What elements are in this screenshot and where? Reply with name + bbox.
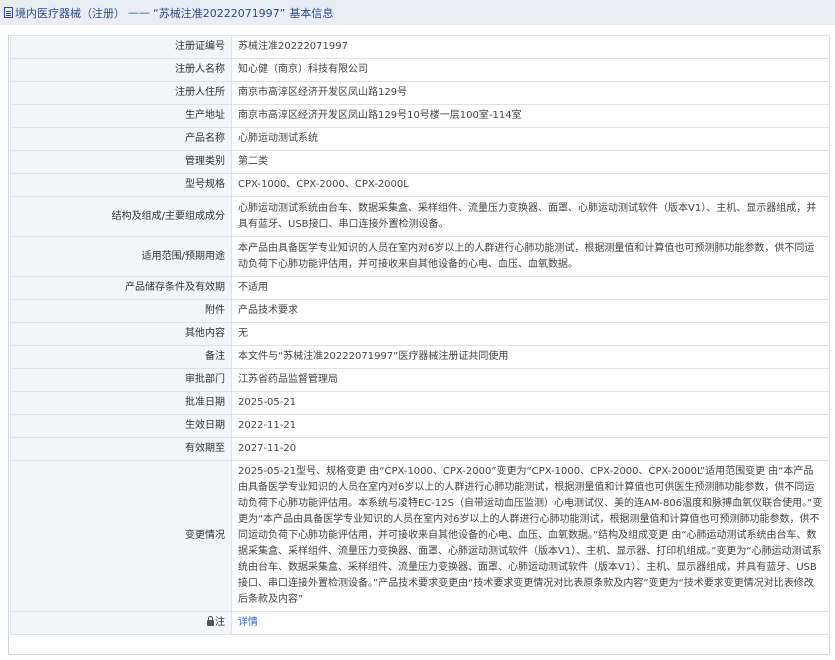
row-label: 生效日期 bbox=[10, 414, 232, 438]
row-value: 江苏省药品监督管理局 bbox=[231, 368, 830, 392]
table-row: 管理类别 第二类 bbox=[10, 150, 830, 174]
table-row: 其他内容无 bbox=[10, 322, 830, 346]
row-value: 2027-11-20 bbox=[231, 437, 830, 461]
row-value: 知心健（南京）科技有限公司 bbox=[231, 58, 830, 82]
row-value: 本文件与“苏械注准20222071997”医疗器械注册证共同使用 bbox=[231, 345, 830, 369]
row-label: 附件 bbox=[10, 299, 232, 323]
row-value: 心肺运动测试系统由台车、数据采集盒、采样组件、流量压力变换器、面罩、心肺运动测试… bbox=[231, 196, 830, 237]
row-label: 有效期至 bbox=[10, 437, 232, 461]
row-label: 产品名称 bbox=[10, 127, 232, 151]
row-value: 南京市高淳区经济开发区凤山路129号 bbox=[231, 81, 830, 105]
table-row: 型号规格 CPX-1000、CPX-2000、CPX-2000L bbox=[10, 173, 830, 197]
table-row: 注册人住所 南京市高淳区经济开发区凤山路129号 bbox=[10, 81, 830, 105]
row-label: 变更情况 bbox=[10, 460, 232, 612]
row-value: 心肺运动测试系统 bbox=[231, 127, 830, 151]
row-label: 管理类别 bbox=[10, 150, 232, 174]
title-reg-number: “苏械注准20222071997” bbox=[153, 6, 286, 20]
row-value: 苏械注准20222071997 bbox=[231, 35, 830, 59]
detail-link[interactable]: 详情 bbox=[238, 617, 258, 628]
table-row: 产品名称 心肺运动测试系统 bbox=[10, 127, 830, 151]
row-label: 备注 bbox=[10, 345, 232, 369]
row-value: 不适用 bbox=[231, 276, 830, 300]
lock-icon bbox=[207, 616, 214, 626]
table-row: 有效期至 2027-11-20 bbox=[10, 437, 830, 461]
table-row: 结构及组成/主要组成成分 心肺运动测试系统由台车、数据采集盒、采样组件、流量压力变… bbox=[10, 196, 830, 237]
table-row: 注册证编号 苏械注准20222071997 bbox=[10, 35, 830, 59]
detail-label: 注 bbox=[215, 617, 225, 628]
table-row: 审批部门 江苏省药品监督管理局 bbox=[10, 368, 830, 392]
table-row: 批准日期 2025-05-21 bbox=[10, 391, 830, 415]
row-label: 注册人名称 bbox=[10, 58, 232, 82]
row-label: 结构及组成/主要组成成分 bbox=[10, 196, 232, 237]
row-label: 生产地址 bbox=[10, 104, 232, 128]
row-value: 无 bbox=[231, 322, 830, 346]
row-value: 2022-11-21 bbox=[231, 414, 830, 438]
row-value: 本产品由具备医学专业知识的人员在室内对6岁以上的人群进行心肺功能测试，根据测量值… bbox=[231, 236, 830, 277]
row-label: 产品储存条件及有效期 bbox=[10, 276, 232, 300]
row-label: 注册证编号 bbox=[10, 35, 232, 59]
title-separator: —— bbox=[128, 6, 150, 19]
title-prefix: 境内医疗器械（注册） bbox=[15, 6, 125, 20]
table-row: 注册人名称 知心健（南京）科技有限公司 bbox=[10, 58, 830, 82]
table-row: 附件 产品技术要求 bbox=[10, 299, 830, 323]
row-value: 产品技术要求 bbox=[231, 299, 830, 323]
title-suffix: 基本信息 bbox=[289, 6, 334, 20]
table-row: 变更情况 2025-05-21型号、规格变更 由“CPX-1000、CPX-200… bbox=[10, 460, 830, 612]
row-value: 南京市高淳区经济开发区凤山路129号10号楼一层100室-114室 bbox=[231, 104, 830, 128]
row-label: 注册人住所 bbox=[10, 81, 232, 105]
table-row: 产品储存条件及有效期 不适用 bbox=[10, 276, 830, 300]
row-label: 审批部门 bbox=[10, 368, 232, 392]
table-row: 生产地址 南京市高淳区经济开发区凤山路129号10号楼一层100室-114室 bbox=[10, 104, 830, 128]
detail-row: 注 详情 bbox=[10, 611, 830, 635]
document-icon bbox=[4, 7, 13, 18]
row-label: 适用范围/预期用途 bbox=[10, 236, 232, 277]
row-label: 型号规格 bbox=[10, 173, 232, 197]
table-row: 适用范围/预期用途 本产品由具备医学专业知识的人员在室内对6岁以上的人群进行心肺功… bbox=[10, 236, 830, 277]
row-label: 其他内容 bbox=[10, 322, 232, 346]
row-value: 2025-05-21型号、规格变更 由“CPX-1000、CPX-2000”变更… bbox=[231, 460, 830, 612]
row-label: 注 bbox=[10, 611, 232, 635]
row-value: CPX-1000、CPX-2000、CPX-2000L bbox=[231, 173, 830, 197]
row-label: 批准日期 bbox=[10, 391, 232, 415]
info-table: 注册证编号 苏械注准20222071997 注册人名称 知心健（南京）科技有限公司 … bbox=[10, 35, 830, 635]
table-row: 生效日期 2022-11-21 bbox=[10, 414, 830, 438]
row-value: 2025-05-21 bbox=[231, 391, 830, 415]
page-title: 境内医疗器械（注册） —— “苏械注准20222071997” 基本信息 bbox=[0, 0, 835, 25]
table-row: 备注 本文件与“苏械注准20222071997”医疗器械注册证共同使用 bbox=[10, 345, 830, 369]
row-value: 第二类 bbox=[231, 150, 830, 174]
row-value: 详情 bbox=[231, 611, 830, 635]
